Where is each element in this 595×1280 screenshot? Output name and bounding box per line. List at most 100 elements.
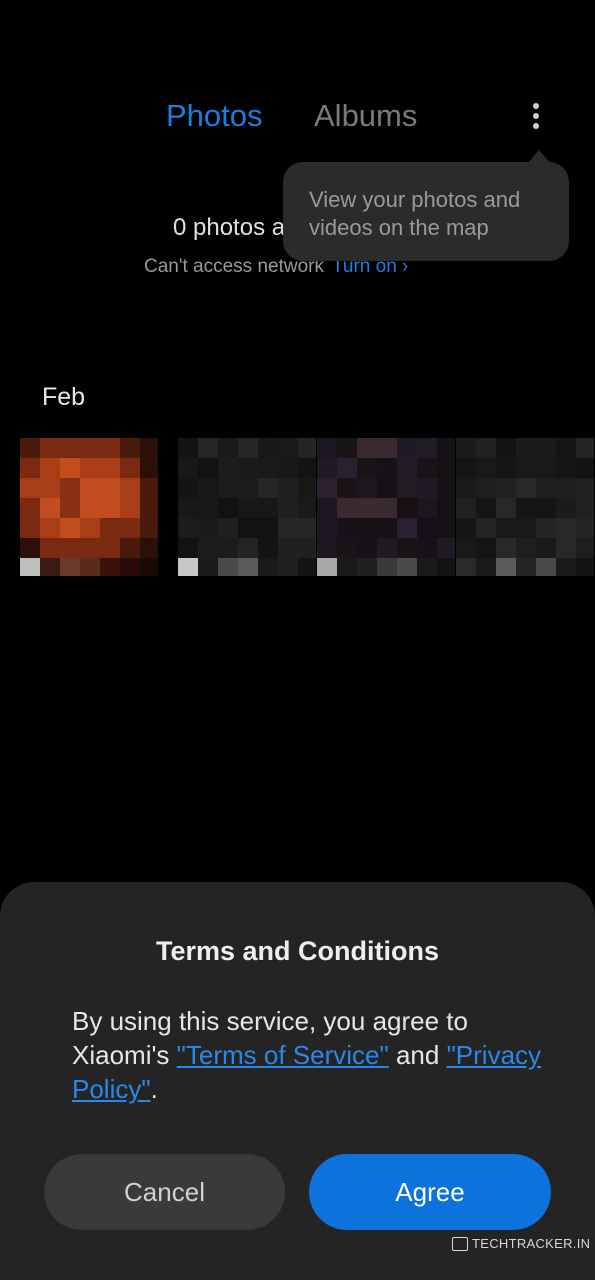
thumbnail-pixel xyxy=(536,498,556,518)
thumbnail-pixel xyxy=(357,518,377,538)
photo-thumbnail[interactable] xyxy=(456,438,594,576)
tab-albums[interactable]: Albums xyxy=(314,96,417,136)
thumbnail-pixel xyxy=(437,438,455,458)
terms-of-service-link[interactable]: "Terms of Service" xyxy=(177,1040,389,1070)
thumbnail-pixel xyxy=(298,498,316,518)
thumbnail-pixel xyxy=(417,518,437,538)
thumbnail-pixel xyxy=(298,558,316,576)
tab-bar: Photos Albums xyxy=(0,96,595,140)
thumbnail-pixel xyxy=(60,518,80,538)
thumbnail-pixel xyxy=(198,538,218,558)
thumbnail-pixel xyxy=(437,498,455,518)
thumbnail-pixel xyxy=(258,498,278,518)
thumbnail-pixel xyxy=(317,538,337,558)
thumbnail-pixel xyxy=(576,538,594,558)
thumbnail-pixel xyxy=(218,498,238,518)
thumbnail-pixel xyxy=(317,558,337,576)
thumbnail-pixel xyxy=(140,478,158,498)
thumbnail-pixel xyxy=(397,518,417,538)
thumbnail-pixel xyxy=(337,538,357,558)
thumbnail-pixel xyxy=(417,458,437,478)
thumbnail-pixel xyxy=(278,438,298,458)
thumbnail-pixel xyxy=(100,458,120,478)
thumbnail-pixel xyxy=(357,538,377,558)
agree-button[interactable]: Agree xyxy=(309,1154,551,1230)
photo-thumbnail[interactable] xyxy=(20,438,158,576)
thumbnail-pixel xyxy=(80,558,100,576)
thumbnail-pixel xyxy=(60,478,80,498)
thumbnail-pixel xyxy=(337,498,357,518)
thumbnail-pixel xyxy=(576,458,594,478)
thumbnail-pixel xyxy=(298,518,316,538)
thumbnail-pixel xyxy=(536,538,556,558)
thumbnail-pixel xyxy=(198,558,218,576)
thumbnail-pixel xyxy=(317,518,337,538)
thumbnail-pixel xyxy=(178,518,198,538)
thumbnail-pixel xyxy=(100,558,120,576)
thumbnail-pixel xyxy=(377,478,397,498)
thumbnail-pixel xyxy=(397,478,417,498)
thumbnail-pixel xyxy=(357,558,377,576)
thumbnail-pixel xyxy=(456,458,476,478)
dialog-title: Terms and Conditions xyxy=(155,936,439,966)
thumbnail-pixel xyxy=(278,478,298,498)
thumbnail-pixel xyxy=(397,498,417,518)
thumbnail-pixel xyxy=(317,478,337,498)
thumbnail-pixel xyxy=(556,498,576,518)
thumbnail-pixel xyxy=(40,518,60,538)
thumbnail-pixel xyxy=(80,458,100,478)
thumbnail-pixel xyxy=(576,518,594,538)
thumbnail-pixel xyxy=(317,458,337,478)
thumbnail-pixel xyxy=(258,558,278,576)
thumbnail-pixel xyxy=(218,538,238,558)
thumbnail-pixel xyxy=(556,538,576,558)
thumbnail-pixel xyxy=(120,518,140,538)
thumbnail-pixel xyxy=(516,538,536,558)
thumbnail-pixel xyxy=(20,438,40,458)
thumbnail-pixel xyxy=(60,498,80,518)
thumbnail-pixel xyxy=(120,438,140,458)
thumbnail-pixel xyxy=(120,498,140,518)
thumbnail-pixel xyxy=(456,538,476,558)
thumbnail-pixel xyxy=(556,558,576,576)
map-tooltip[interactable]: View your photos and videos on the map xyxy=(283,162,569,261)
thumbnail-pixel xyxy=(80,518,100,538)
thumbnail-pixel xyxy=(516,438,536,458)
thumbnail-pixel xyxy=(576,478,594,498)
thumbnail-pixel xyxy=(218,478,238,498)
thumbnail-pixel xyxy=(496,558,516,576)
thumbnail-pixel xyxy=(60,458,80,478)
thumbnail-pixel xyxy=(80,498,100,518)
thumbnail-pixel xyxy=(417,558,437,576)
thumbnail-pixel xyxy=(476,478,496,498)
thumbnail-pixel xyxy=(456,478,476,498)
thumbnail-pixel xyxy=(397,438,417,458)
photo-thumbnail[interactable] xyxy=(317,438,455,576)
thumbnail-pixel xyxy=(456,498,476,518)
dialog-body-and: and xyxy=(388,1040,447,1070)
thumbnail-pixel xyxy=(20,538,40,558)
thumbnail-pixel xyxy=(278,558,298,576)
thumbnail-pixel xyxy=(278,538,298,558)
thumbnail-pixel xyxy=(178,458,198,478)
photo-thumbnail[interactable] xyxy=(178,438,316,576)
thumbnail-pixel xyxy=(298,458,316,478)
thumbnail-pixel xyxy=(40,478,60,498)
thumbnail-pixel xyxy=(198,458,218,478)
thumbnail-pixel xyxy=(456,438,476,458)
tab-photos[interactable]: Photos xyxy=(166,96,263,136)
cancel-button[interactable]: Cancel xyxy=(44,1154,285,1230)
thumbnail-pixel xyxy=(556,478,576,498)
more-vertical-icon[interactable] xyxy=(520,96,552,136)
thumbnail-pixel xyxy=(140,458,158,478)
thumbnail-pixel xyxy=(456,518,476,538)
thumbnail-pixel xyxy=(437,558,455,576)
thumbnail-pixel xyxy=(536,438,556,458)
thumbnail-pixel xyxy=(278,498,298,518)
thumbnail-pixel xyxy=(60,538,80,558)
thumbnail-pixel xyxy=(397,458,417,478)
thumbnail-pixel xyxy=(80,538,100,558)
thumbnail-pixel xyxy=(496,518,516,538)
thumbnail-pixel xyxy=(536,478,556,498)
thumbnail-pixel xyxy=(516,498,536,518)
